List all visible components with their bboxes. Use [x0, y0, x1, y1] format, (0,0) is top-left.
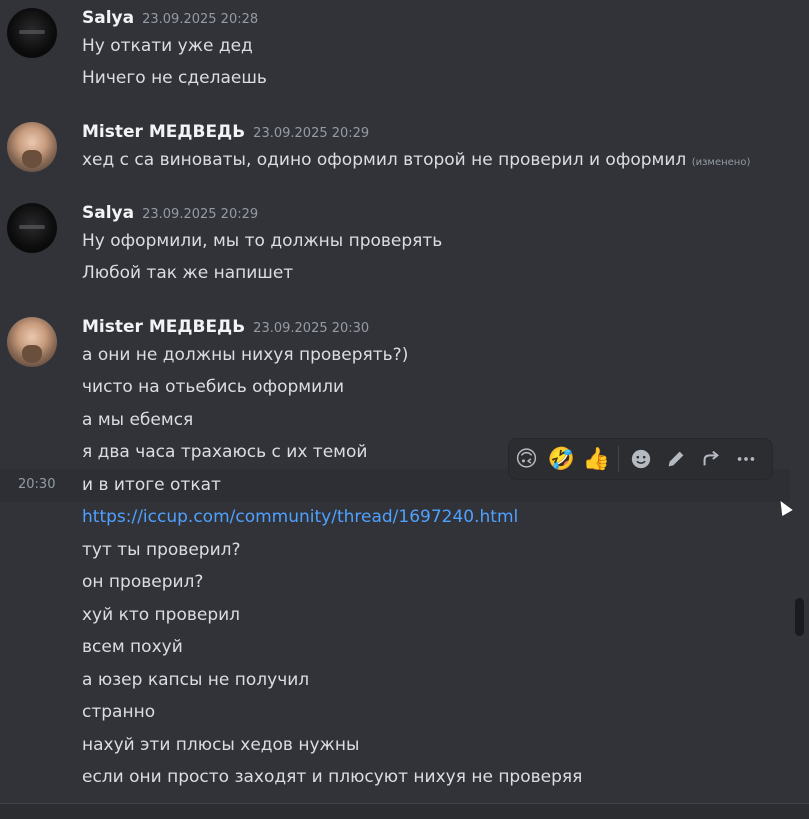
- scrollbar-thumb[interactable]: [795, 598, 804, 636]
- message-action-toolbar: 🙃 🤣 👍: [509, 439, 772, 479]
- author-name[interactable]: Salya: [82, 203, 134, 223]
- message-header: Salya 23.09.2025 20:29: [82, 203, 258, 223]
- message-header: Mister МЕДВЕДЬ 23.09.2025 20:30: [82, 317, 369, 337]
- message-text: Любой так же напишет: [82, 263, 294, 283]
- message-timestamp: 23.09.2025 20:30: [253, 321, 370, 336]
- reply-icon[interactable]: [693, 439, 728, 479]
- message-text: Ну откати уже дед: [82, 36, 253, 56]
- message-header: Mister МЕДВЕДЬ 23.09.2025 20:29: [82, 122, 369, 142]
- message-text: хуй кто проверил: [82, 605, 241, 625]
- author-name[interactable]: Mister МЕДВЕДЬ: [82, 122, 245, 142]
- toolbar-divider: [618, 446, 619, 472]
- avatar[interactable]: [7, 203, 57, 253]
- message-text: тут ты проверил?: [82, 540, 241, 560]
- edited-label: (изменено): [691, 157, 751, 168]
- avatar[interactable]: [7, 122, 57, 172]
- reaction-thumbsup-button[interactable]: 👍: [579, 439, 614, 479]
- message-text: чисто на отьебись оформили: [82, 377, 345, 397]
- message-text: если они просто заходят и плюсуют нихуя …: [82, 767, 583, 787]
- edit-icon[interactable]: [658, 439, 693, 479]
- message-text: а мы ебемся: [82, 410, 194, 430]
- message-header: Salya 23.09.2025 20:28: [82, 8, 258, 28]
- author-name[interactable]: Salya: [82, 8, 134, 28]
- add-reaction-icon[interactable]: [623, 439, 658, 479]
- message-text: Ничего не сделаешь: [82, 68, 267, 88]
- message-text: Ну оформили, мы то должны проверять: [82, 231, 443, 251]
- message-text: странно: [82, 702, 156, 722]
- message-text: а юзер капсы не получил: [82, 670, 310, 690]
- message-text: и в итоге откат: [82, 475, 221, 495]
- more-icon[interactable]: [728, 439, 763, 479]
- message-text: он проверил?: [82, 572, 204, 592]
- reaction-upside-down-button[interactable]: 🙃: [509, 439, 544, 479]
- message-timestamp: 23.09.2025 20:29: [142, 207, 259, 222]
- message-text: нахуй эти плюсы хедов нужны: [82, 735, 360, 755]
- avatar[interactable]: [7, 317, 57, 367]
- reaction-rofl-button[interactable]: 🤣: [544, 439, 579, 479]
- message-text: я два часа трахаюсь с их темой: [82, 442, 368, 462]
- message-text-content: хед с са виноваты, одино оформил второй …: [82, 150, 687, 170]
- message-link[interactable]: https://iccup.com/community/thread/16972…: [82, 507, 518, 527]
- composer-edge: [0, 803, 809, 819]
- message-text: а они не должны нихуя проверять?): [82, 345, 409, 365]
- message-timestamp: 23.09.2025 20:28: [142, 12, 259, 27]
- message-timestamp: 23.09.2025 20:29: [253, 126, 370, 141]
- avatar[interactable]: [7, 8, 57, 58]
- message-text: хед с са виноваты, одино оформил второй …: [82, 150, 750, 170]
- message-text: всем похуй: [82, 637, 183, 657]
- hover-timestamp: 20:30: [18, 477, 56, 492]
- author-name[interactable]: Mister МЕДВЕДЬ: [82, 317, 245, 337]
